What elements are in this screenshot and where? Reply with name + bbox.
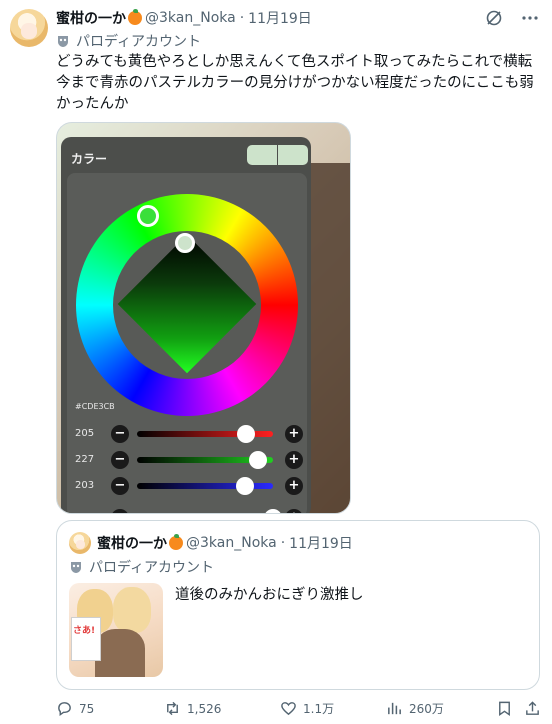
author-handle[interactable]: @3kan_Noka <box>145 10 236 26</box>
slider-alpha-minus-button[interactable]: − <box>111 509 129 513</box>
parody-mask-icon <box>71 562 81 573</box>
slider-alpha-value: 100% <box>75 512 104 513</box>
slider-blue[interactable]: 203 − + <box>75 477 307 495</box>
share-button[interactable] <box>524 700 541 717</box>
quoted-author-handle: @3kan_Noka <box>186 535 277 551</box>
bookmark-icon <box>499 701 510 716</box>
thumb-figure-right <box>113 587 151 633</box>
author-header: 蜜柑の一か @3kan_Noka · 11月19日 <box>56 8 312 28</box>
repost-button[interactable]: 1,526 <box>164 700 221 717</box>
slider-red-value: 205 <box>75 428 95 439</box>
slider-red-minus-button[interactable]: − <box>111 425 129 443</box>
reply-button[interactable]: 75 <box>56 700 94 717</box>
quoted-post-thumbnail: さあ! <box>69 583 163 677</box>
author-name[interactable]: 蜜柑の一か <box>56 8 126 28</box>
post-action-bar: 75 1,526 1.1万 260万 <box>56 700 540 720</box>
quoted-parody-label: パロディアカウント <box>69 557 214 577</box>
post-text: どうみても黄色やろとしか思えんくて色スポイト取ってみたらこれで横転今まで青赤のパ… <box>56 54 534 112</box>
shade-knob <box>175 233 195 253</box>
post-date[interactable]: 11月19日 <box>248 8 312 28</box>
slider-red-thumb[interactable] <box>237 425 256 443</box>
thumb-figure-body <box>95 629 145 677</box>
views-count: 260万 <box>409 702 444 716</box>
hue-knob <box>137 205 159 227</box>
quoted-post-text: 道後のみかんおにぎり激推し <box>175 587 364 603</box>
parody-mask-icon <box>58 36 68 47</box>
slider-blue-plus-button[interactable]: + <box>285 477 303 495</box>
slider-green-minus-button[interactable]: − <box>111 451 129 469</box>
like-count: 1.1万 <box>303 702 335 716</box>
color-swatch-previous <box>278 145 308 165</box>
separator-dot: · <box>280 535 286 551</box>
post-top-actions <box>484 8 540 28</box>
slider-red[interactable]: 205 − + <box>75 425 307 443</box>
slider-alpha[interactable]: 100% − + <box>75 509 307 513</box>
share-icon <box>526 701 539 715</box>
quoted-author-name: 蜜柑の一か <box>97 536 167 552</box>
bookmark-button[interactable] <box>496 700 513 717</box>
like-button[interactable]: 1.1万 <box>280 700 334 717</box>
quoted-parody-text: パロディアカウント <box>89 560 215 576</box>
separator-dot: · <box>239 10 245 26</box>
color-panel-title: カラー <box>71 152 108 166</box>
quoted-post-date: 11月19日 <box>289 536 353 552</box>
views-chart-icon <box>388 702 401 715</box>
parody-account-label: パロディアカウント <box>56 31 201 51</box>
more-options-icon[interactable] <box>520 8 540 28</box>
slider-blue-value: 203 <box>75 480 95 491</box>
slider-green-value: 227 <box>75 454 95 465</box>
hex-value: #CDE3CB <box>75 402 115 411</box>
slider-alpha-plus-button[interactable]: + <box>285 509 303 513</box>
views-button[interactable]: 260万 <box>386 700 444 717</box>
thumb-text: さあ! <box>73 626 96 636</box>
color-swatch-current <box>247 145 277 165</box>
author-avatar[interactable] <box>10 9 48 47</box>
slider-green[interactable]: 227 − + <box>75 451 307 469</box>
heart-icon <box>281 702 296 716</box>
reply-icon <box>58 702 71 717</box>
orange-emoji-icon <box>128 9 142 25</box>
slider-green-plus-button[interactable]: + <box>285 451 303 469</box>
slider-red-plus-button[interactable]: + <box>285 425 303 443</box>
post-image[interactable]: カラー #CDE3CB 205 − +227 − +203 − +100% − + <box>56 122 351 514</box>
parody-label-text: パロディアカウント <box>76 34 202 50</box>
repost-count: 1,526 <box>187 701 222 716</box>
quoted-author-avatar <box>69 532 91 554</box>
grok-icon[interactable] <box>484 8 504 28</box>
quoted-author-header: 蜜柑の一か @3kan_Noka · 11月19日 <box>97 533 353 553</box>
slider-alpha-thumb[interactable] <box>264 509 282 513</box>
quoted-post[interactable]: 蜜柑の一か @3kan_Noka · 11月19日 パロディアカウント さあ! … <box>56 520 540 690</box>
color-picker-panel: カラー #CDE3CB 205 − +227 − +203 − +100% − + <box>61 137 311 513</box>
orange-emoji-icon <box>169 534 183 550</box>
slider-green-thumb[interactable] <box>249 451 268 469</box>
slider-blue-thumb[interactable] <box>236 477 255 495</box>
slider-blue-minus-button[interactable]: − <box>111 477 129 495</box>
reply-count: 75 <box>79 701 95 716</box>
repost-icon <box>167 701 178 716</box>
